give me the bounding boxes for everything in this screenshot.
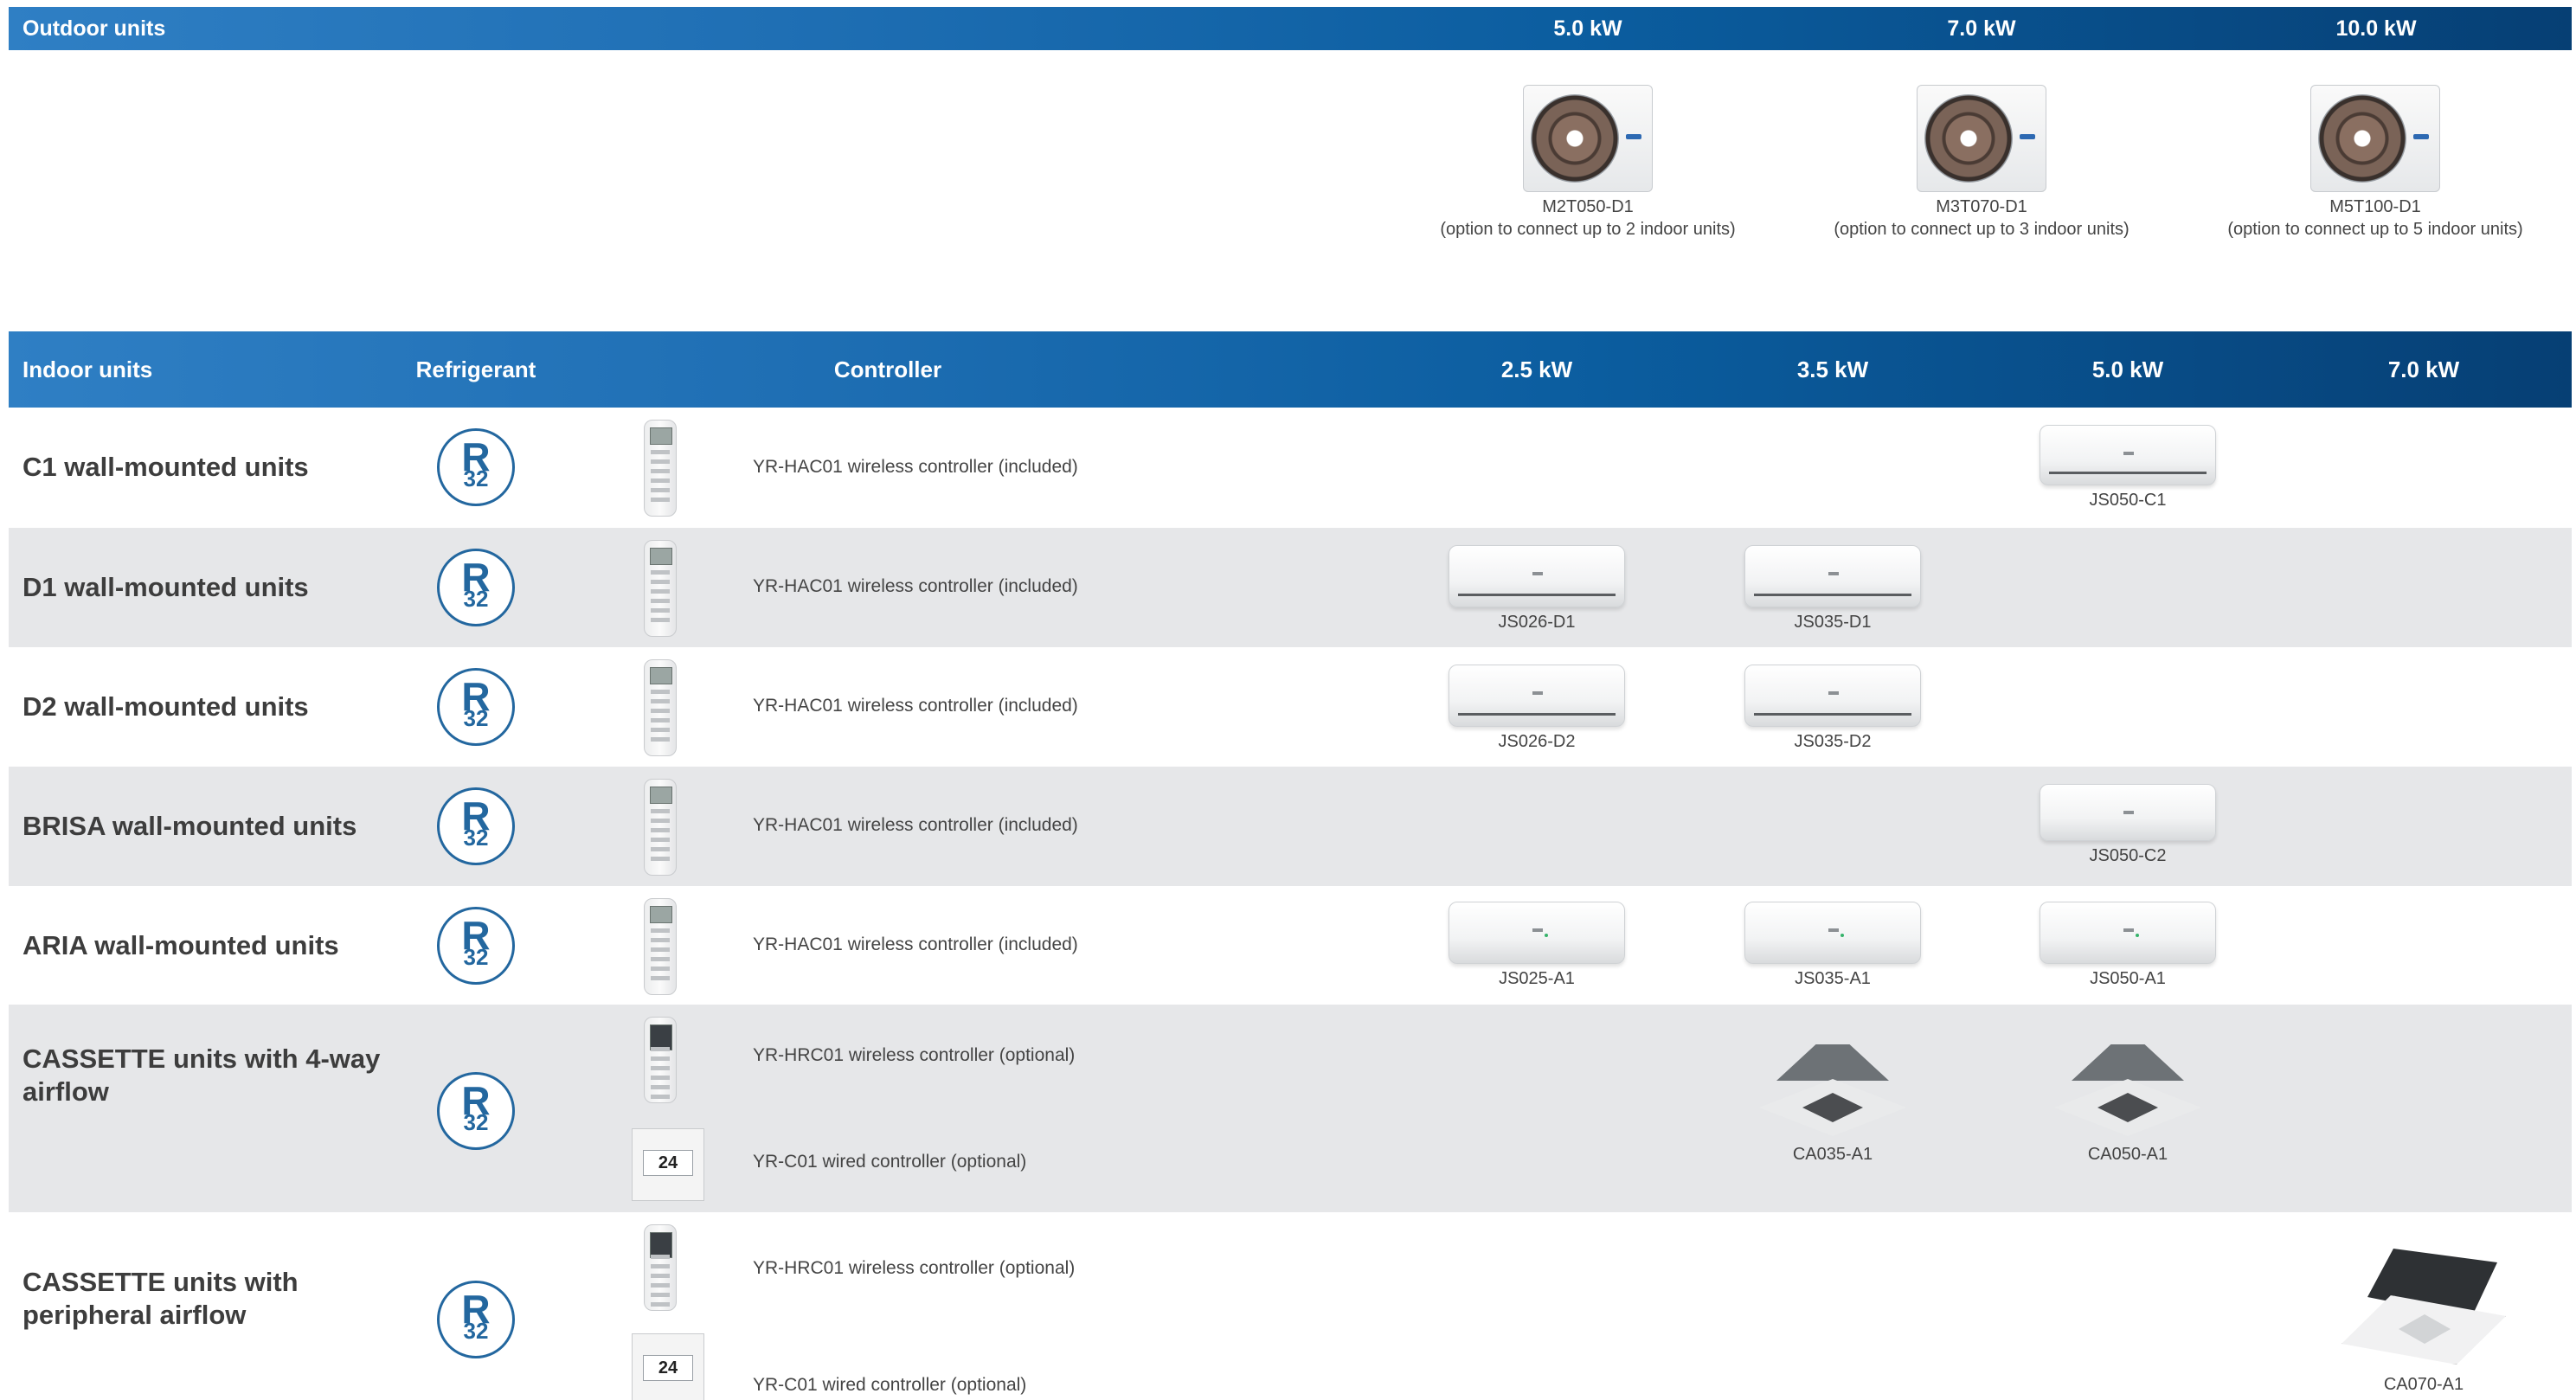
outdoor-option: (option to connect up to 5 indoor units): [2227, 220, 2523, 239]
wall-unit-image: [1449, 545, 1625, 607]
indoor-units-header-bar: Indoor units Refrigerant Controller 2.5 …: [9, 331, 2572, 408]
wireless-remote-icon: [644, 898, 677, 995]
outdoor-capacity-10kw: 10.0 kW: [2335, 16, 2417, 41]
table-row-aria: ARIA wall-mounted units R 32 YR-HAC01 wir…: [9, 886, 2572, 1005]
outdoor-capacity-7kw: 7.0 kW: [1947, 16, 2016, 41]
wireless-remote-icon: [644, 1017, 677, 1103]
indoor-unit-js026-d2: JS026-D2: [1449, 665, 1625, 752]
controller-label: YR-HAC01 wireless controller (included): [753, 696, 1078, 716]
wired-controller-icon: 24: [632, 1128, 704, 1201]
r32-refrigerant-icon: R 32: [437, 787, 515, 865]
refrigerant-header: Refrigerant: [415, 356, 536, 382]
r32-refrigerant-icon: R 32: [437, 549, 515, 626]
wireless-remote-icon: [644, 540, 677, 637]
controller-label: YR-HAC01 wireless controller (included): [753, 815, 1078, 835]
indoor-unit-js035-a1: JS035-A1: [1744, 902, 1921, 989]
outdoor-option: (option to connect up to 3 indoor units): [1834, 220, 2130, 239]
wall-unit-image: [2040, 784, 2216, 841]
table-row-d1: D1 wall-mounted units R 32 YR-HAC01 wirel…: [9, 528, 2572, 647]
row-title: CASSETTE units with 4-way airflow: [22, 1044, 381, 1107]
table-row-cassette-peripheral: CASSETTE units with peripheral airflow R…: [9, 1212, 2572, 1400]
controller-label: YR-HAC01 wireless controller (included): [753, 457, 1078, 477]
wall-unit-image: [1744, 665, 1921, 727]
table-row-brisa: BRISA wall-mounted units R 32 YR-HAC01 wi…: [9, 767, 2572, 886]
outdoor-option: (option to connect up to 2 indoor units): [1440, 220, 1736, 239]
table-row-cassette-4-way: CASSETTE units with 4-way airflow R 32 YR…: [9, 1005, 2572, 1212]
table-row-c1: C1 wall-mounted units R 32 YR-HAC01 wirel…: [9, 408, 2572, 528]
controller-header: Controller: [833, 356, 942, 382]
wall-unit-image: [1449, 902, 1625, 964]
wall-unit-image: [1449, 665, 1625, 727]
controller-label: YR-HAC01 wireless controller (included): [753, 934, 1078, 954]
indoor-capacity-7kw: 7.0 kW: [2387, 356, 2460, 382]
r32-refrigerant-icon: R 32: [437, 1072, 515, 1150]
indoor-unit-js050-c2: JS050-C2: [2040, 784, 2216, 866]
table-row-d2: D2 wall-mounted units R 32 YR-HAC01 wirel…: [9, 647, 2572, 767]
indoor-capacity-5kw: 5.0 kW: [2091, 356, 2164, 382]
indoor-unit-js026-d1: JS026-D1: [1449, 545, 1625, 633]
controller-label: YR-HAC01 wireless controller (included): [753, 576, 1078, 596]
outdoor-unit-image: [1917, 85, 2046, 192]
outdoor-unit-m5t100: M5T100-D1 (option to connect up to 5 ind…: [2202, 85, 2548, 241]
wireless-remote-icon: [644, 1224, 677, 1311]
wall-unit-image: [1744, 902, 1921, 964]
indoor-unit-ca050-a1: CA050-A1: [2054, 1044, 2201, 1165]
wall-unit-image: [1744, 545, 1921, 607]
r32-refrigerant-icon: R 32: [437, 1281, 515, 1358]
r32-refrigerant-icon: R 32: [437, 907, 515, 985]
controller-label: YR-C01 wired controller (optional): [753, 1375, 1027, 1395]
indoor-unit-ca035-a1: CA035-A1: [1759, 1044, 1906, 1165]
cassette-unit-image: [1759, 1044, 1906, 1140]
row-title: C1 wall-mounted units: [22, 452, 309, 482]
outdoor-model: M5T100-D1: [2329, 197, 2421, 216]
indoor-unit-js025-a1: JS025-A1: [1449, 902, 1625, 989]
indoor-capacity-2-5kw: 2.5 kW: [1500, 356, 1573, 382]
controller-label: YR-C01 wired controller (optional): [753, 1152, 1027, 1172]
indoor-capacity-3-5kw: 3.5 kW: [1796, 356, 1869, 382]
wall-unit-image: [2040, 902, 2216, 964]
outdoor-capacity-5kw: 5.0 kW: [1553, 16, 1622, 41]
outdoor-unit-m2t050: M2T050-D1 (option to connect up to 2 ind…: [1415, 85, 1761, 241]
indoor-unit-js035-d1: JS035-D1: [1744, 545, 1921, 633]
indoor-unit-ca070-a1: CA070-A1: [2342, 1249, 2506, 1395]
outdoor-units-header: Outdoor units: [22, 16, 166, 41]
r32-refrigerant-icon: R 32: [437, 668, 515, 746]
indoor-unit-js035-d2: JS035-D2: [1744, 665, 1921, 752]
outdoor-model: M3T070-D1: [1936, 197, 2027, 216]
wireless-remote-icon: [644, 420, 677, 517]
row-title: ARIA wall-mounted units: [22, 930, 339, 960]
row-title: BRISA wall-mounted units: [22, 811, 357, 841]
cassette-unit-image: [2342, 1249, 2506, 1370]
indoor-unit-js050-c1: JS050-C1: [2040, 425, 2216, 511]
wired-controller-icon: 24: [632, 1333, 704, 1400]
row-title: D2 wall-mounted units: [22, 691, 309, 722]
r32-refrigerant-icon: R 32: [437, 428, 515, 506]
outdoor-model: M2T050-D1: [1542, 197, 1634, 216]
controller-label: YR-HRC01 wireless controller (optional): [753, 1258, 1076, 1278]
wall-unit-image: [2040, 425, 2216, 485]
indoor-unit-js050-a1: JS050-A1: [2040, 902, 2216, 989]
cassette-unit-image: [2054, 1044, 2201, 1140]
outdoor-units-header-bar: Outdoor units 5.0 kW 7.0 kW 10.0 kW: [9, 7, 2572, 50]
outdoor-unit-image: [1523, 85, 1653, 192]
indoor-units-header: Indoor units: [22, 356, 153, 382]
row-title: CASSETTE units with peripheral airflow: [22, 1267, 299, 1330]
row-title: D1 wall-mounted units: [22, 572, 309, 602]
outdoor-unit-image: [2310, 85, 2440, 192]
outdoor-unit-m3t070: M3T070-D1 (option to connect up to 3 ind…: [1808, 85, 2155, 241]
wireless-remote-icon: [644, 659, 677, 756]
controller-label: YR-HRC01 wireless controller (optional): [753, 1045, 1076, 1065]
wireless-remote-icon: [644, 779, 677, 876]
